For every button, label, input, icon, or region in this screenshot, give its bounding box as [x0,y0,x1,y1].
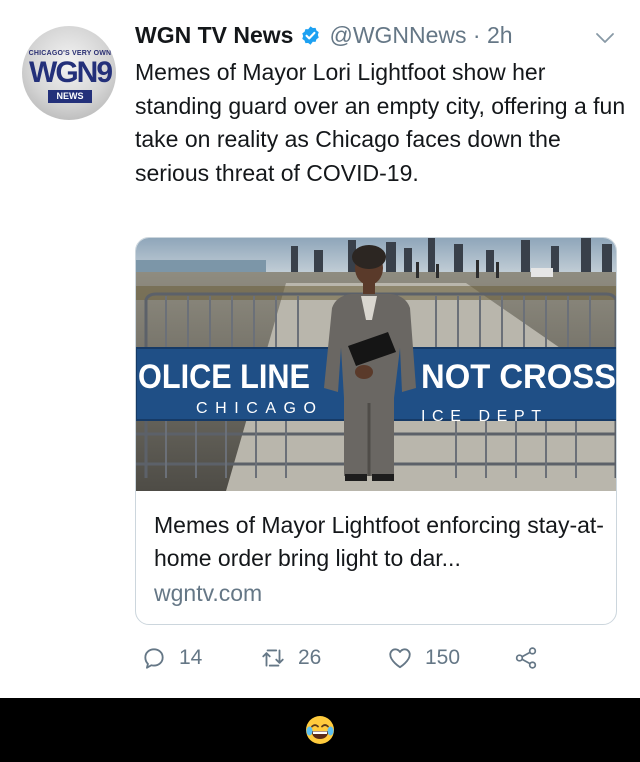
reply-icon [144,648,164,669]
author-handle-time[interactable]: @WGNNews · 2h [329,22,512,49]
retweet-count: 26 [298,646,322,669]
barrier-left-text: OLICE LINE [138,358,310,396]
retweet-button[interactable]: 26 [260,645,321,671]
share-icon [515,647,537,669]
barrier-right-text: NOT CROSS [421,358,616,396]
heart-icon [389,648,411,669]
retweet-icon [262,649,284,667]
card-photo[interactable]: OLICE LINE CHICAGO NOT CROSS ICE DEPT [136,238,617,491]
laughing-emoji-icon [306,716,334,744]
link-preview-card[interactable]: OLICE LINE CHICAGO NOT CROSS ICE DEPT Me… [135,237,617,625]
barrier-right-subtext: ICE DEPT [421,408,541,425]
chevron-down-icon[interactable] [593,26,617,50]
tweet-header: WGN TV News @WGNNews · 2h [135,20,513,50]
card-title[interactable]: Memes of Mayor Lightfoot enforcing stay-… [154,509,604,575]
tweet-actions: 14 26 150 [135,645,615,679]
avatar-badge: NEWS [48,90,92,103]
tweet[interactable]: CHICAGO'S VERY OWN WGN9 NEWS WGN TV News… [0,0,640,697]
tweet-text: Memes of Mayor Lori Lightfoot show her s… [135,59,626,186]
like-button[interactable]: 150 [387,645,460,671]
profile-avatar[interactable]: CHICAGO'S VERY OWN WGN9 NEWS [22,26,116,120]
reply-count: 14 [179,646,203,669]
verified-badge-icon [302,25,320,45]
avatar-logo: WGN9 [29,56,113,89]
like-count: 150 [425,646,461,669]
share-button[interactable] [513,645,539,671]
author-name[interactable]: WGN TV News [135,22,293,49]
reply-button[interactable]: 14 [141,645,202,671]
card-domain[interactable]: wgntv.com [154,580,262,607]
